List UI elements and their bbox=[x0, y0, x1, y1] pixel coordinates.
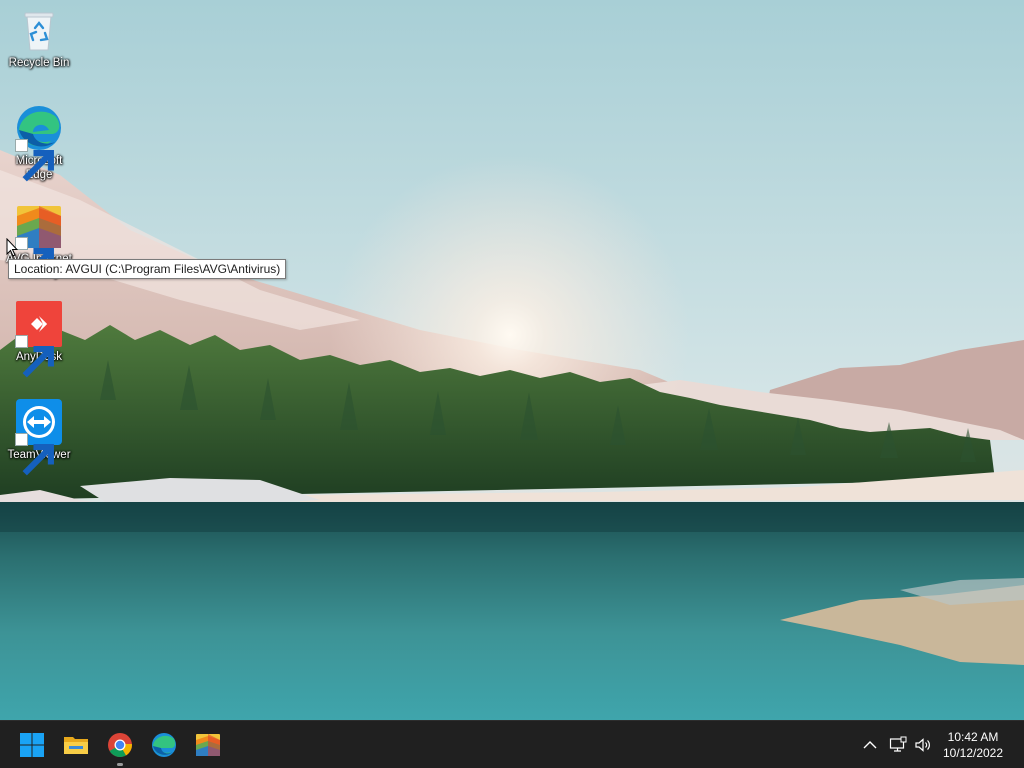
avg-icon bbox=[196, 734, 220, 756]
desktop-wallpaper bbox=[0, 0, 1024, 720]
anydesk-icon bbox=[15, 300, 63, 378]
teamviewer-icon bbox=[15, 398, 63, 476]
volume-icon bbox=[915, 738, 930, 752]
desktop-icon-microsoft-edge[interactable]: Microsoft Edge bbox=[4, 104, 74, 182]
windows-logo-icon bbox=[20, 733, 44, 757]
chevron-up-icon bbox=[863, 741, 877, 749]
volume-button[interactable] bbox=[913, 735, 933, 755]
taskbar-clock[interactable]: 10:42 AM 10/12/2022 bbox=[938, 729, 1008, 761]
clock-time: 10:42 AM bbox=[947, 730, 999, 744]
edge-icon bbox=[15, 104, 63, 182]
recycle-bin-label: Recycle Bin bbox=[8, 57, 70, 69]
avg-icon bbox=[15, 202, 63, 280]
mouse-pointer-icon bbox=[6, 238, 18, 257]
folder-icon bbox=[64, 737, 88, 754]
taskbar-edge-button[interactable] bbox=[148, 729, 180, 761]
chrome-icon bbox=[108, 733, 132, 758]
recycle-bin-icon bbox=[15, 6, 63, 54]
desktop-icon-recycle-bin[interactable]: Recycle Bin bbox=[4, 6, 74, 70]
clock-date: 10/12/2022 bbox=[942, 746, 1004, 760]
edge-icon bbox=[152, 733, 176, 757]
taskbar-chrome-button[interactable] bbox=[104, 729, 136, 766]
network-status-button[interactable] bbox=[888, 735, 908, 755]
desktop-icon-anydesk[interactable]: AnyDesk bbox=[4, 300, 74, 378]
shortcut-arrow-icon bbox=[15, 433, 54, 476]
running-indicator bbox=[117, 763, 123, 766]
taskbar-file-explorer-button[interactable] bbox=[60, 729, 92, 761]
shortcut-arrow-icon bbox=[15, 139, 54, 182]
start-button[interactable] bbox=[16, 729, 48, 761]
show-hidden-icons-button[interactable] bbox=[860, 735, 880, 755]
icon-location-tooltip: Location: AVGUI (C:\Program Files\AVG\An… bbox=[8, 259, 287, 279]
network-icon bbox=[889, 736, 907, 752]
desktop-icon-teamviewer[interactable]: TeamViewer bbox=[4, 398, 74, 476]
taskbar: 10:42 AM 10/12/2022 bbox=[0, 720, 1024, 768]
shortcut-arrow-icon bbox=[15, 335, 54, 378]
taskbar-avg-button[interactable] bbox=[192, 729, 224, 761]
